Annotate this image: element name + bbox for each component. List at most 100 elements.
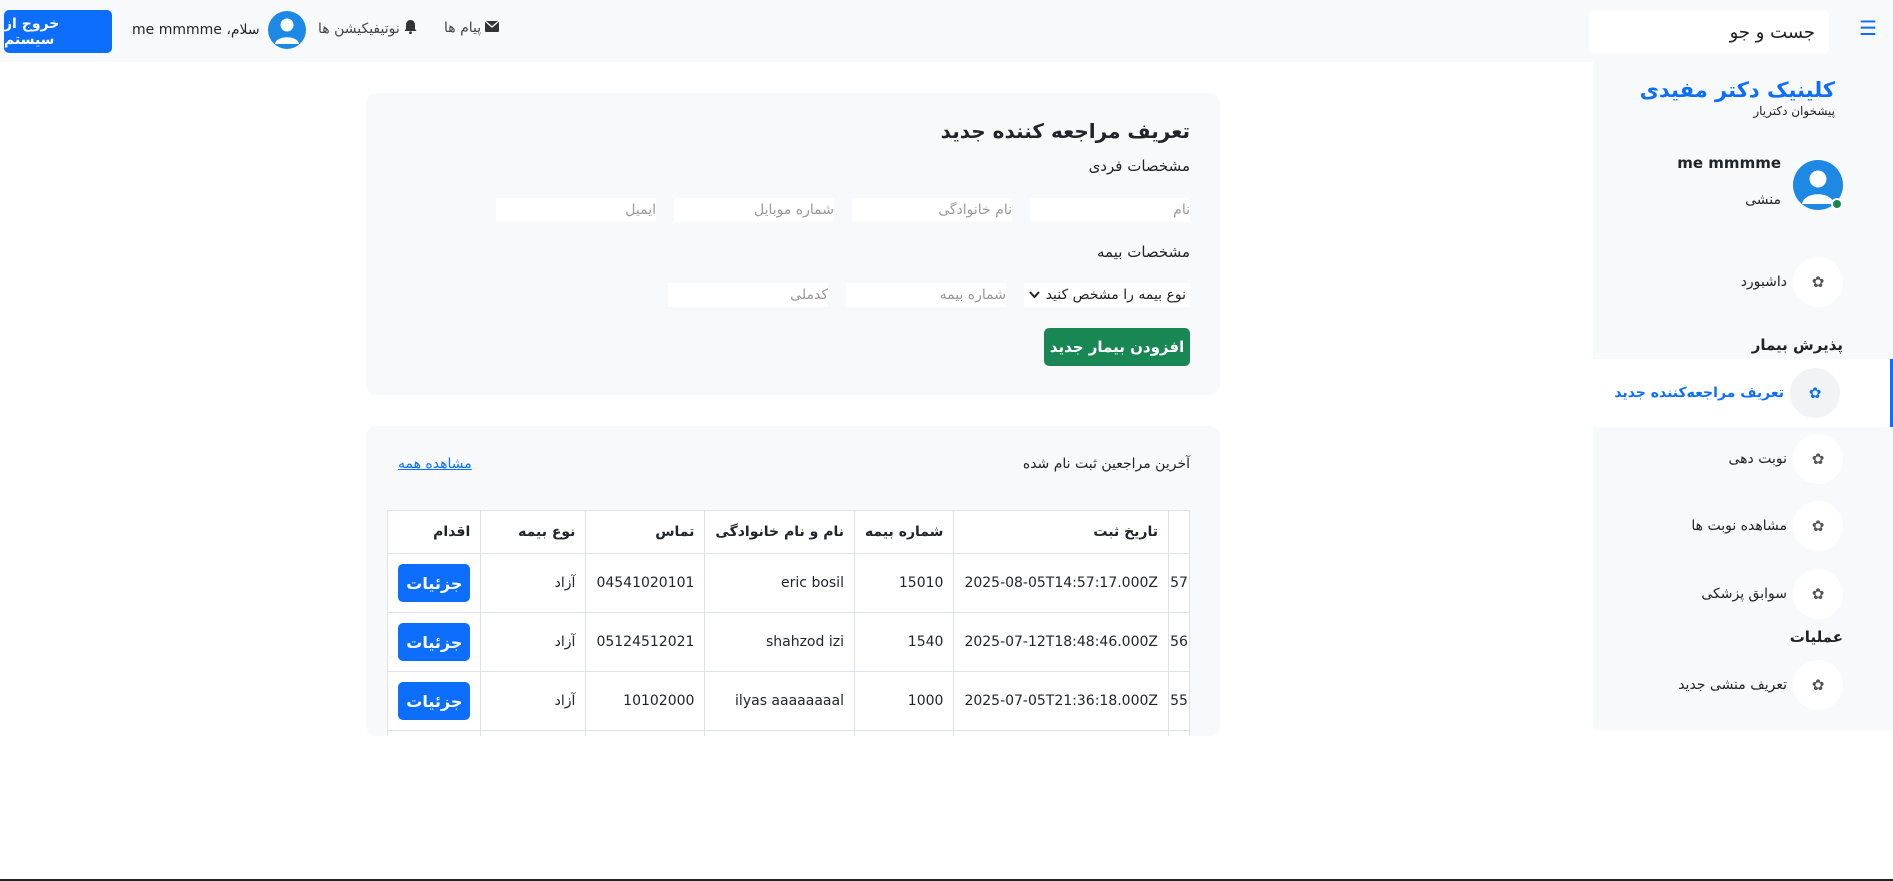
brand-title: کلینیک دکتر مفیدی <box>1639 78 1835 102</box>
avatar <box>267 11 306 49</box>
view-all-link[interactable]: مشاهده همه <box>398 456 472 472</box>
section-title-operations: عملیات <box>1789 628 1843 646</box>
details-button[interactable]: جزئیات <box>398 682 471 720</box>
search-input[interactable] <box>1589 10 1829 54</box>
national-code-field[interactable] <box>668 283 828 307</box>
chevron-down-icon <box>1028 287 1040 303</box>
hamburger-menu-icon[interactable]: ☰ <box>1859 16 1877 40</box>
row-action-cell: جزئیات <box>387 612 482 672</box>
palette-icon: ✿ <box>1793 569 1843 619</box>
row-action-cell: جزئیات <box>387 730 482 736</box>
recent-title: آخرین مراجعین ثبت نام شده <box>1022 456 1190 472</box>
row-id: 55 <box>1168 671 1190 731</box>
section-title-reception: پذیرش بیمار <box>1751 336 1843 354</box>
sidebar-item-new-secretary[interactable]: ✿ تعریف منشی جدید <box>1593 654 1893 716</box>
palette-icon: ✿ <box>1793 501 1843 551</box>
notifications-link[interactable]: نوتیفیکیشن ها <box>318 20 417 38</box>
sidebar-item-label: مشاهده نوبت ها <box>1691 518 1787 534</box>
row-insurance-number: 15010 <box>853 553 955 613</box>
row-insurance-type: آزاد <box>480 671 587 731</box>
row-date: 2025-07-05T21:36:18.000Z <box>953 671 1169 731</box>
column-header: اقدام <box>387 510 482 554</box>
column-header: نوع بیمه <box>480 510 587 554</box>
row-phone: 05124512021 <box>585 612 706 672</box>
column-header <box>1168 510 1190 554</box>
envelope-icon <box>484 20 500 36</box>
row-phone: 04541020101 <box>585 553 706 613</box>
new-patient-form: تعریف مراجعه کننده جدید مشخصات فردی مشخص… <box>366 93 1220 395</box>
first-name-field[interactable] <box>1030 198 1190 222</box>
last-name-field[interactable] <box>852 198 1012 222</box>
insurance-type-value: نوع بیمه را مشخص کنید <box>1045 287 1186 303</box>
insurance-type-select[interactable]: نوع بیمه را مشخص کنید <box>1024 283 1190 307</box>
sidebar-item-label: تعریف مراجعه‌کننده جدید <box>1614 385 1784 401</box>
row-name: eric bosil <box>704 553 855 613</box>
logout-button[interactable]: خروج از سیستم <box>4 10 112 53</box>
row-date: 2025-07-12T18:48:46.000Z <box>953 612 1169 672</box>
table-row: 55 2025-07-05T21:36:18.000Z 1000 ilyas aaaa… <box>387 671 1190 731</box>
row-id: 54 <box>1168 730 1190 736</box>
sidebar-item-view-appointments[interactable]: ✿ مشاهده نوبت ها <box>1593 495 1893 557</box>
row-phone: 5555555 <box>585 730 706 736</box>
row-name: ilyas aaaaaaaal <box>704 671 855 731</box>
patients-table: تاریخ ثبت شماره بیمه نام و نام خانوادگی … <box>387 510 1190 736</box>
column-header: تماس <box>585 510 706 554</box>
palette-icon: ✿ <box>1793 257 1843 307</box>
palette-icon: ✿ <box>1793 660 1843 710</box>
sidebar-item-appointment[interactable]: ✿ نوبت دهی <box>1593 428 1893 490</box>
top-bar: ☰ پیام ها نوتیفیکیشن ها سلام، me mmmme خ… <box>0 0 1893 62</box>
row-date: 2025-08-05T14:57:17.000Z <box>953 553 1169 613</box>
row-insurance-number: 1540 <box>853 612 955 672</box>
row-name: shahzod izi <box>704 612 855 672</box>
brand-subtitle: پیشخوان دکتریار <box>1753 104 1835 118</box>
details-button[interactable]: جزئیات <box>398 623 471 661</box>
online-status-dot <box>1831 198 1843 210</box>
sidebar-item-medical-records[interactable]: ✿ سوابق پزشکی <box>1593 563 1893 625</box>
details-button[interactable]: جزئیات <box>398 564 471 602</box>
bell-icon <box>404 20 417 38</box>
table-row: 56 2025-07-12T18:48:46.000Z 1540 shahzod iz… <box>387 612 1190 672</box>
row-name: ilyas ilyassss <box>704 730 855 736</box>
row-phone: 10102000 <box>585 671 706 731</box>
insurance-number-field[interactable] <box>846 283 1006 307</box>
row-insurance-type: آزاد <box>480 553 587 613</box>
email-field[interactable] <box>496 198 656 222</box>
insurance-section-label: مشخصات بیمه <box>1097 243 1190 261</box>
palette-icon: ✿ <box>1793 434 1843 484</box>
table-header-row: تاریخ ثبت شماره بیمه نام و نام خانوادگی … <box>387 510 1190 554</box>
add-patient-button[interactable]: افزودن بیمار جدید <box>1044 328 1190 366</box>
column-header: نام و نام خانوادگی <box>704 510 855 554</box>
sidebar-item-label: داشبورد <box>1740 274 1787 290</box>
row-id: 56 <box>1168 612 1190 672</box>
sidebar-item-label: تعریف منشی جدید <box>1678 677 1787 693</box>
table-row: 57 2025-08-05T14:57:17.000Z 15010 eric bosi… <box>387 553 1190 613</box>
profile-name: me mmmme <box>1677 154 1781 172</box>
personal-section-label: مشخصات فردی <box>1088 157 1190 175</box>
sidebar-item-new-patient[interactable]: ✿ تعریف مراجعه‌کننده جدید <box>1593 359 1893 427</box>
sidebar-item-label: نوبت دهی <box>1728 451 1787 467</box>
notifications-label: نوتیفیکیشن ها <box>318 21 400 37</box>
sidebar: کلینیک دکتر مفیدی پیشخوان دکتریار me mmm… <box>1593 62 1893 730</box>
form-title: تعریف مراجعه کننده جدید <box>940 119 1190 143</box>
greeting-text: سلام، me mmmme <box>132 22 260 38</box>
messages-label: پیام ها <box>444 20 482 36</box>
row-insurance-type: آزاد <box>480 730 587 736</box>
row-date: 2025-07-05T21:34:24.000Z <box>953 730 1169 736</box>
user-greeting[interactable]: سلام، me mmmme <box>132 11 306 49</box>
palette-icon: ✿ <box>1790 368 1840 418</box>
messages-link[interactable]: پیام ها <box>444 20 500 36</box>
column-header: شماره بیمه <box>853 510 955 554</box>
table-row: 542025-07-05T21:34:24.000Z1551ilyas ilya… <box>387 730 1190 736</box>
recent-patients-card: آخرین مراجعین ثبت نام شده مشاهده همه تار… <box>366 426 1220 736</box>
row-action-cell: جزئیات <box>387 671 482 731</box>
profile-role: منشی <box>1745 192 1781 208</box>
sidebar-item-dashboard[interactable]: ✿ داشبورد <box>1593 251 1893 313</box>
row-insurance-type: آزاد <box>480 612 587 672</box>
column-header: تاریخ ثبت <box>953 510 1169 554</box>
mobile-field[interactable] <box>674 198 834 222</box>
row-insurance-number: 1551 <box>853 730 955 736</box>
row-insurance-number: 1000 <box>853 671 955 731</box>
row-action-cell: جزئیات <box>387 553 482 613</box>
sidebar-item-label: سوابق پزشکی <box>1701 586 1787 602</box>
row-id: 57 <box>1168 553 1190 613</box>
